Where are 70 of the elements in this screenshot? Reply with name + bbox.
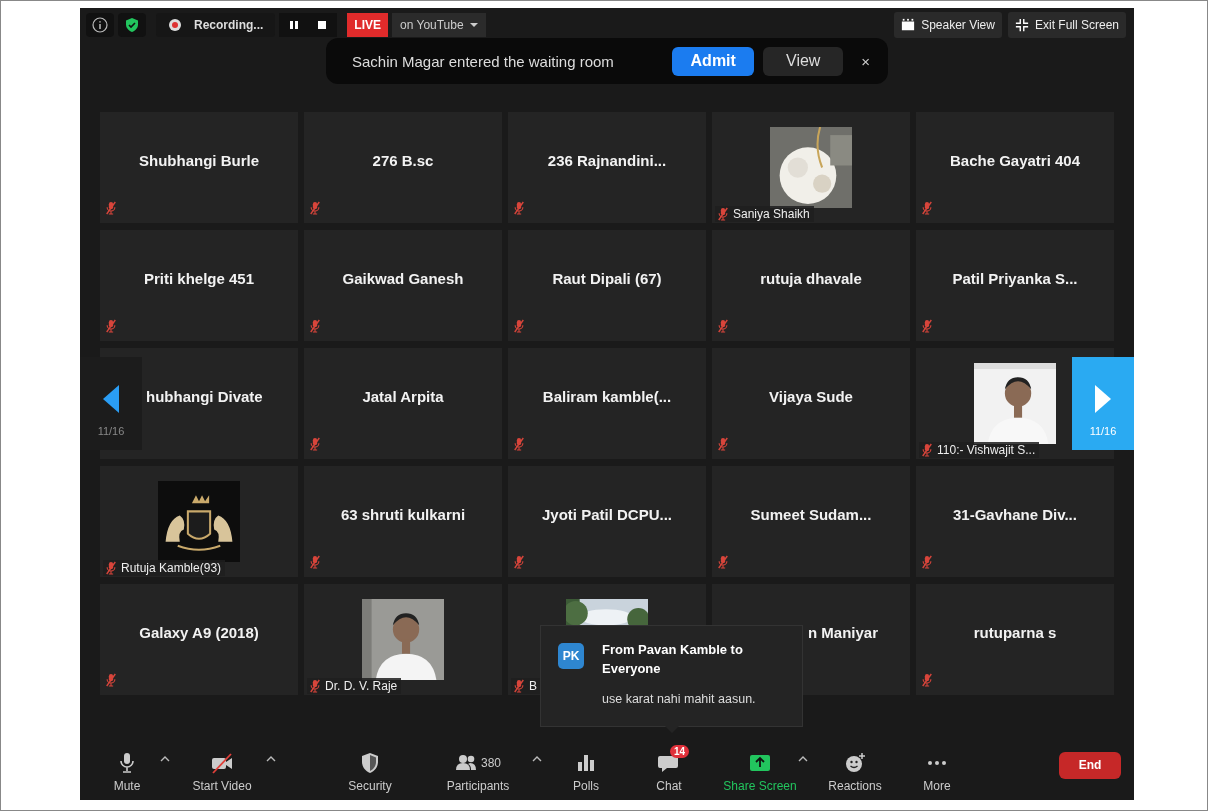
- pause-icon[interactable]: [289, 20, 300, 30]
- participant-name: 276 B.sc: [372, 152, 434, 169]
- participant-name: Bache Gayatri 404: [949, 152, 1081, 169]
- record-icon: [168, 18, 182, 32]
- participant-name: Jyoti Patil DCPU...: [542, 506, 672, 523]
- participant-name: B: [529, 679, 537, 693]
- close-button[interactable]: ×: [857, 52, 874, 70]
- recording-label: Recording...: [194, 18, 264, 32]
- participant-name: n Maniyar: [808, 624, 879, 641]
- caret-icon[interactable]: [532, 756, 542, 762]
- page-indicator: 11/16: [97, 424, 125, 437]
- end-button[interactable]: End: [1059, 751, 1121, 779]
- toolbar-button[interactable]: 380 Participants: [428, 743, 528, 793]
- exit-full-screen-button[interactable]: Exit Full Screen: [1007, 12, 1126, 38]
- collapse-icon: [1014, 18, 1029, 32]
- stream-target: on YouTube: [400, 18, 464, 32]
- toolbar-button[interactable]: Reactions: [822, 743, 888, 793]
- toolbar-button[interactable]: Polls: [561, 743, 611, 793]
- participant-name: 110:- Vishwajit S...: [937, 443, 1036, 457]
- caret-icon[interactable]: [266, 756, 276, 762]
- participant-name: Dr. D. V. Raje: [325, 679, 398, 693]
- share-screen-button[interactable]: Share Screen: [720, 743, 800, 793]
- smiley-icon: [844, 751, 866, 774]
- avatar: PK: [558, 643, 584, 669]
- participant-name: rutuja dhavale: [760, 270, 862, 287]
- participant-name: Baliram kamble(...: [542, 388, 672, 405]
- info-icon: [92, 17, 108, 33]
- live-badge: LIVE: [347, 13, 388, 37]
- participant-name: Jatal Arpita: [362, 388, 444, 405]
- shield-icon: [359, 751, 381, 774]
- participant-name: Patil Priyanka S...: [952, 270, 1078, 287]
- participant-name: 63 shruti kulkarni: [340, 506, 466, 523]
- left-arrow-icon: [103, 384, 119, 413]
- unread-badge: 14: [670, 744, 690, 758]
- participant-name: 236 Rajnandini...: [547, 152, 667, 169]
- caret-icon[interactable]: [798, 756, 808, 762]
- participant-name: Raut Dipali (67): [552, 270, 662, 287]
- participant-name: hubhangi Divate: [146, 388, 263, 405]
- stream-dropdown[interactable]: on YouTube: [392, 13, 486, 37]
- notification-message: Sachin Magar entered the waiting room: [352, 52, 615, 70]
- caret-icon[interactable]: [160, 756, 170, 762]
- video-off-icon: [211, 751, 233, 774]
- toolbar-button[interactable]: Security: [335, 743, 405, 793]
- participant-name: rutuparna s: [973, 624, 1057, 641]
- toolbar-button[interactable]: Mute: [98, 743, 156, 793]
- participant-name: Priti khelge 451: [143, 270, 255, 287]
- participant-name: 31-Gavhane Div...: [953, 506, 1077, 523]
- shield-icon: [124, 17, 140, 33]
- participant-name: Sumeet Sudam...: [750, 506, 872, 523]
- grid-icon: [901, 18, 916, 32]
- participant-name: Vijaya Sude: [769, 388, 853, 405]
- page-indicator: 11/16: [1089, 424, 1117, 437]
- toolbar-button[interactable]: More: [912, 743, 962, 793]
- speaker-view-button[interactable]: Speaker View: [894, 12, 1002, 38]
- participant-count: 380: [481, 755, 501, 770]
- chat-message: use karat nahi mahit aasun.: [602, 692, 757, 706]
- view-button[interactable]: View: [763, 46, 844, 76]
- toolbar-button[interactable]: 14 Chat: [644, 743, 694, 793]
- participant-name: Shubhangi Burle: [139, 152, 259, 169]
- participant-name: Rutuja Kamble(93): [121, 561, 222, 575]
- participant-name: Gaikwad Ganesh: [342, 270, 464, 287]
- participant-name: Saniya Shaikh: [733, 207, 810, 221]
- dropdown-caret-icon: [469, 22, 478, 28]
- right-arrow-icon: [1095, 384, 1111, 413]
- toolbar-button[interactable]: Start Video: [182, 743, 262, 793]
- stop-icon[interactable]: [317, 20, 328, 30]
- participant-name: Galaxy A9 (2018): [139, 624, 259, 641]
- more-icon: [928, 760, 946, 765]
- chat-sender: From Pavan Kamble to Everyone: [602, 641, 744, 678]
- admit-button[interactable]: Admit: [672, 46, 755, 76]
